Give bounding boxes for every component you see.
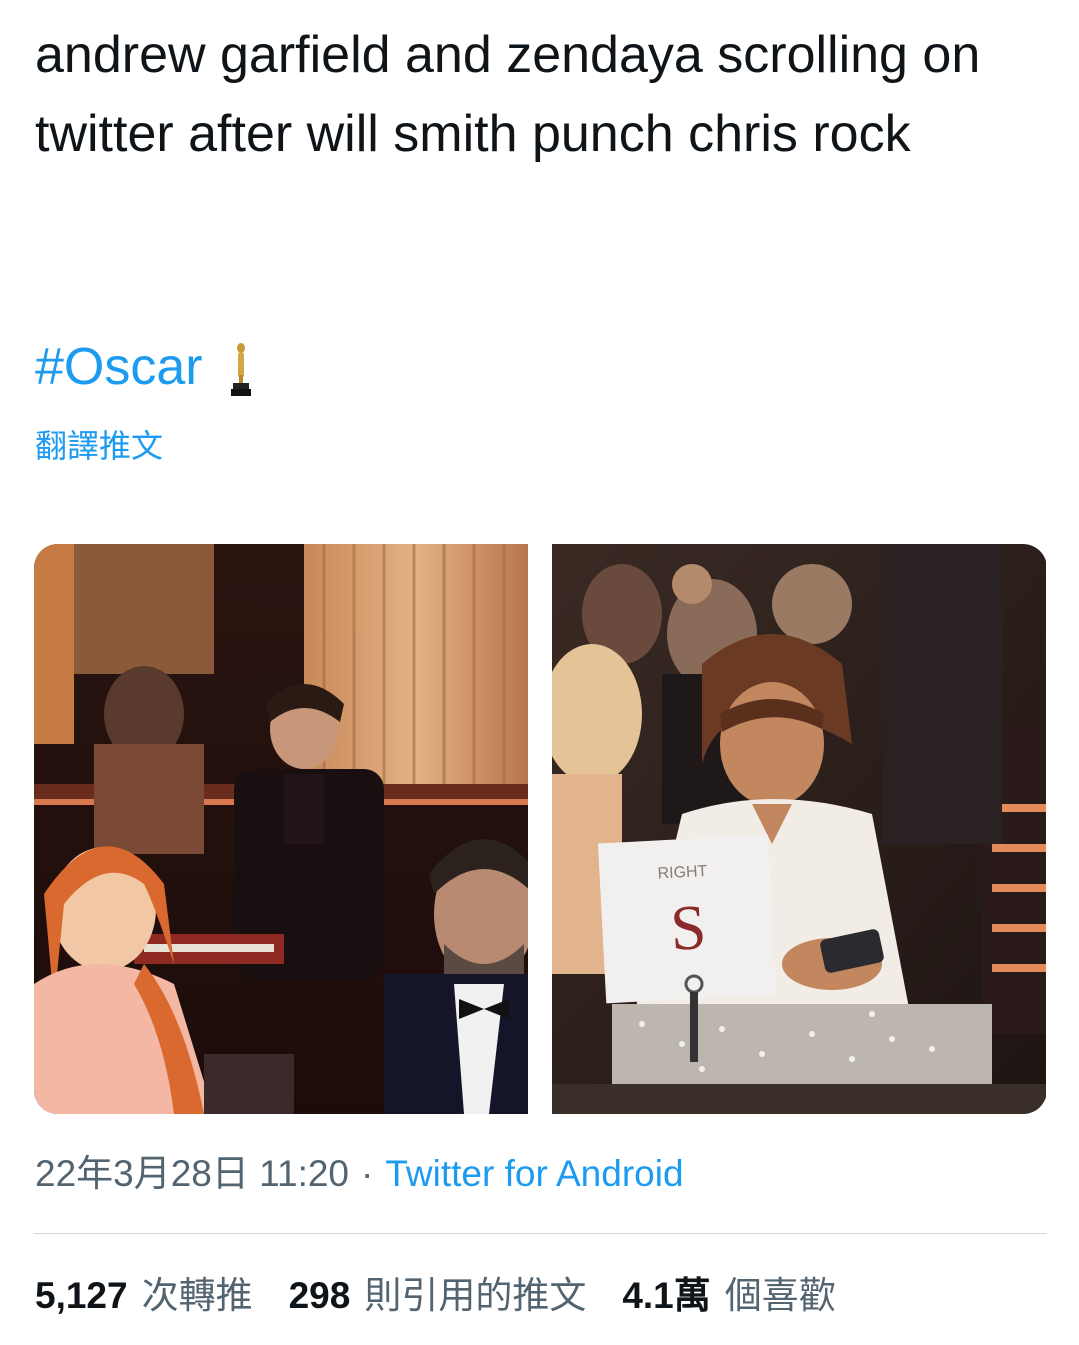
likes-label: 個喜歡 bbox=[724, 1275, 836, 1316]
quotes-stat[interactable]: 298 則引用的推文 bbox=[289, 1270, 587, 1322]
retweets-count: 5,127 bbox=[35, 1275, 128, 1316]
tweet-meta: 22年3月28日 11:20 · Twitter for Android bbox=[35, 1148, 684, 1200]
stats-divider bbox=[34, 1233, 1047, 1234]
likes-count: 4.1萬 bbox=[622, 1275, 711, 1316]
tweet-text: andrew garfield and zendaya scrolling on… bbox=[35, 26, 981, 163]
hashtag-oscar-link[interactable]: #Oscar bbox=[35, 332, 203, 402]
photo-zendaya-art: RIGHT S bbox=[552, 544, 1046, 1114]
seat-card-text: RIGHT bbox=[657, 863, 708, 883]
tweet-stats: 5,127 次轉推 298 則引用的推文 4.1萬 個喜歡 bbox=[35, 1270, 836, 1322]
meta-separator: · bbox=[361, 1153, 374, 1194]
media-photo-zendaya[interactable]: RIGHT S bbox=[552, 544, 1046, 1114]
quotes-count: 298 bbox=[288, 1275, 351, 1316]
media-grid: RIGHT S bbox=[34, 544, 1047, 1114]
seat-card-letter: S bbox=[669, 891, 708, 964]
quotes-label: 則引用的推文 bbox=[364, 1275, 587, 1316]
tweet-timestamp[interactable]: 22年3月28日 11:20 bbox=[35, 1148, 349, 1200]
retweets-label: 次轉推 bbox=[141, 1275, 253, 1316]
translate-tweet-link[interactable]: 翻譯推文 bbox=[35, 424, 163, 468]
likes-stat[interactable]: 4.1萬 個喜歡 bbox=[622, 1270, 835, 1322]
media-photo-andrew-garfield[interactable] bbox=[34, 544, 528, 1114]
photo-andrew-garfield-art bbox=[34, 544, 528, 1114]
retweets-stat[interactable]: 5,127 次轉推 bbox=[35, 1270, 253, 1322]
hashtag-line: #Oscar bbox=[35, 332, 255, 402]
oscar-statuette-icon bbox=[227, 339, 255, 399]
oscar-statuette-svg bbox=[230, 343, 251, 396]
tweet-source-link[interactable]: Twitter for Android bbox=[385, 1148, 683, 1200]
